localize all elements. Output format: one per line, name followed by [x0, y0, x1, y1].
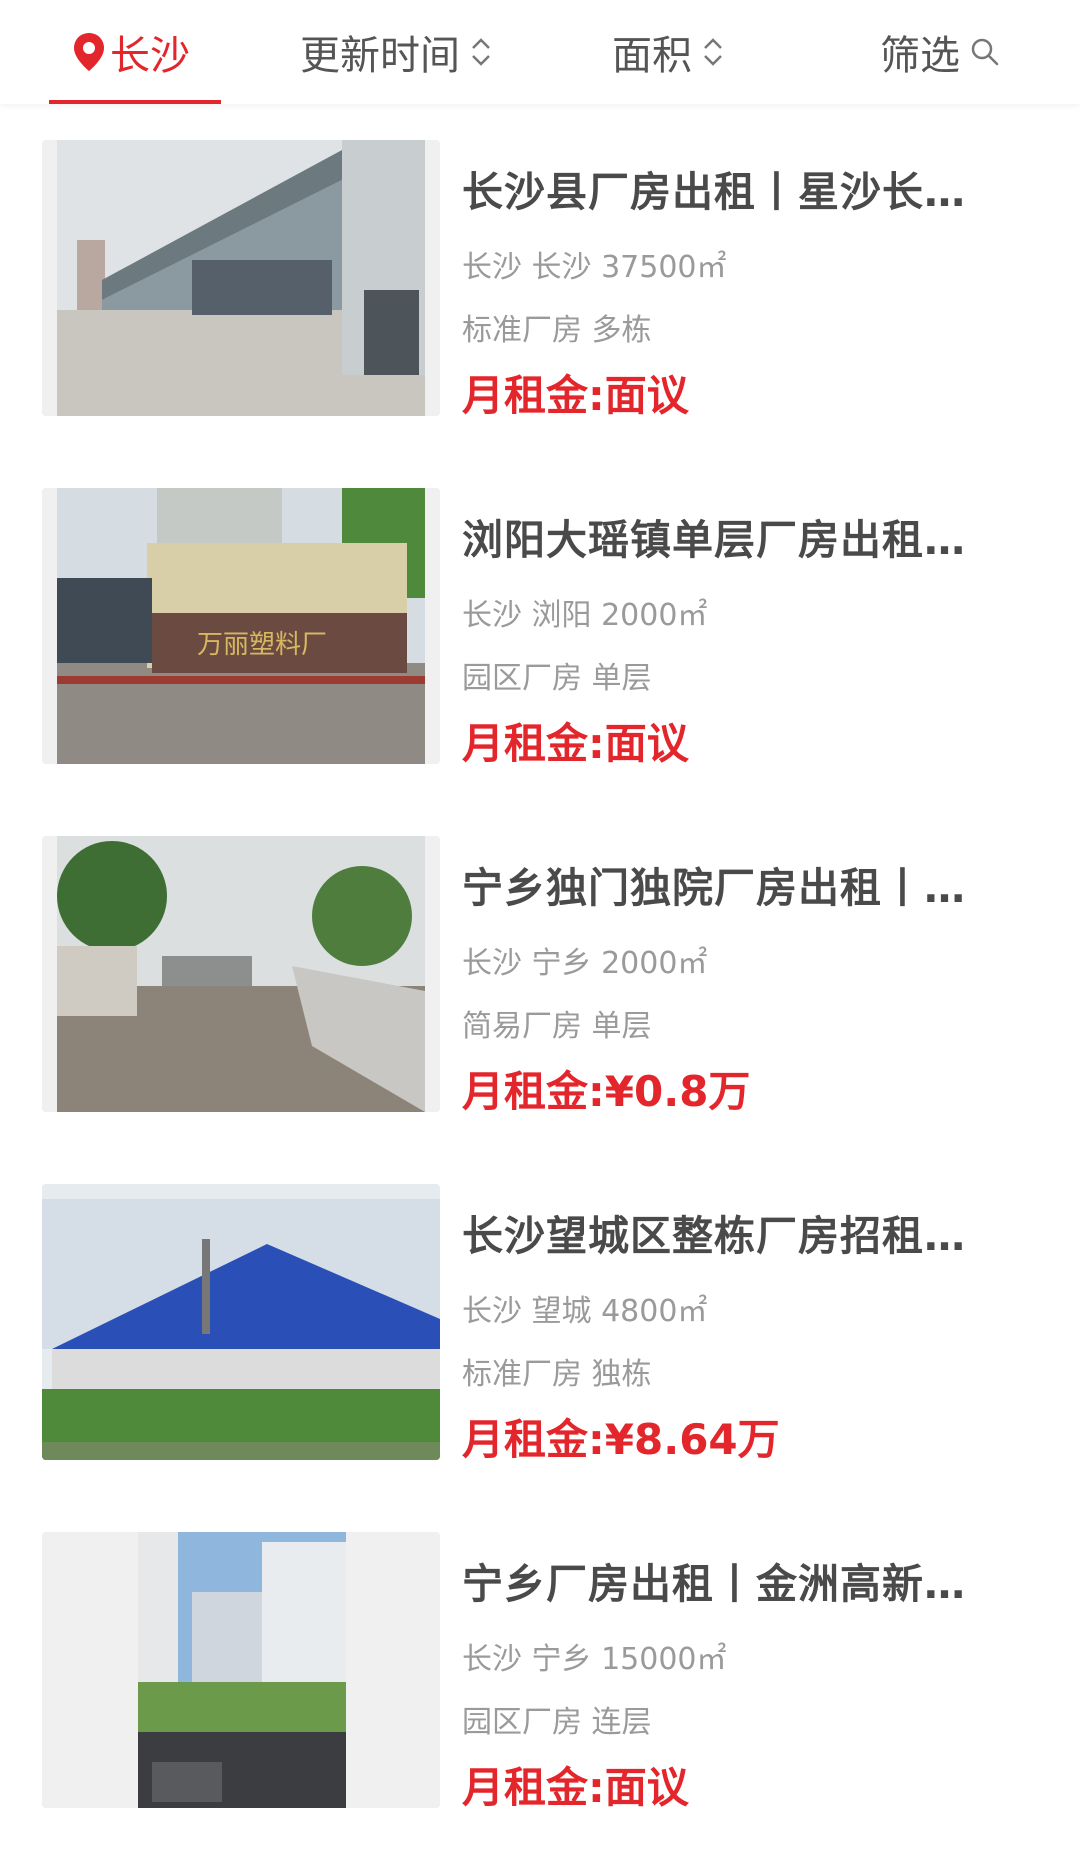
sort-chevron-icon [702, 34, 724, 70]
listing-location: 长沙 浏阳 2000㎡ [462, 598, 708, 633]
listing-title[interactable]: 浏阳大瑶镇单层厂房出租… [462, 506, 1037, 566]
price-label: 月租金: [462, 371, 605, 420]
listing-card[interactable]: 长沙望城区整栋厂房招租… 长沙 望城 4800㎡ 标准厂房 独栋 月租金:¥8.… [42, 1184, 1042, 1464]
sort-update-time[interactable]: 更新时间 [300, 24, 492, 80]
listing-photo[interactable] [42, 140, 440, 416]
active-tab-indicator [49, 100, 221, 104]
listing-card[interactable]: 宁乡厂房出租丨金洲高新… 长沙 宁乡 15000㎡ 园区厂房 连层 月租金:面议 [42, 1532, 1042, 1812]
listing-type: 简易厂房 单层 [462, 1009, 652, 1044]
listing-price: 月租金:面议 [462, 1754, 689, 1815]
price-value: ¥0.8万 [604, 1067, 751, 1116]
location-pin-icon [72, 32, 106, 72]
city-selector[interactable]: 长沙 [72, 24, 190, 80]
listing-type: 标准厂房 独栋 [462, 1357, 652, 1392]
price-label: 月租金: [462, 719, 605, 768]
listing-photo[interactable]: 万丽塑料厂 [42, 488, 440, 764]
sort-area-label: 面积 [612, 33, 692, 79]
listing-price: 月租金:¥0.8万 [462, 1058, 750, 1119]
price-label: 月租金: [462, 1415, 605, 1464]
filter-label: 筛选 [880, 33, 960, 79]
listing-location: 长沙 宁乡 15000㎡ [462, 1642, 727, 1677]
search-icon [970, 37, 1000, 67]
sort-chevron-icon [470, 34, 492, 70]
filter-bar: 长沙 更新时间 面积 筛选 [0, 0, 1080, 104]
listing-type: 园区厂房 连层 [462, 1705, 652, 1740]
city-label: 长沙 [110, 33, 190, 79]
listing-card[interactable]: 长沙县厂房出租丨星沙长… 长沙 长沙 37500㎡ 标准厂房 多栋 月租金:面议 [42, 140, 1042, 420]
price-label: 月租金: [462, 1763, 605, 1812]
listing-card[interactable]: 万丽塑料厂 浏阳大瑶镇单层厂房出租… 长沙 浏阳 2000㎡ 园区厂房 单层 月… [42, 488, 1042, 768]
listing-title[interactable]: 长沙县厂房出租丨星沙长… [462, 158, 1037, 218]
price-value: ¥8.64万 [604, 1415, 780, 1464]
price-value: 面议 [604, 719, 689, 768]
listing-location: 长沙 望城 4800㎡ [462, 1294, 708, 1329]
listing-title[interactable]: 宁乡独门独院厂房出租丨… [462, 854, 1037, 914]
listing-price: 月租金:¥8.64万 [462, 1406, 780, 1467]
listing-title[interactable]: 宁乡厂房出租丨金洲高新… [462, 1550, 1037, 1610]
listing-card[interactable]: 宁乡独门独院厂房出租丨… 长沙 宁乡 2000㎡ 简易厂房 单层 月租金:¥0.… [42, 836, 1042, 1116]
listing-price: 月租金:面议 [462, 362, 689, 423]
filter-button[interactable]: 筛选 [880, 24, 1000, 80]
listing-type: 标准厂房 多栋 [462, 313, 652, 348]
listing-price: 月租金:面议 [462, 710, 689, 771]
listing-photo[interactable] [42, 836, 440, 1112]
listing-location: 长沙 长沙 37500㎡ [462, 250, 727, 285]
sort-update-time-label: 更新时间 [300, 33, 460, 79]
listing-title[interactable]: 长沙望城区整栋厂房招租… [462, 1202, 1037, 1262]
price-label: 月租金: [462, 1067, 605, 1116]
sort-area[interactable]: 面积 [612, 24, 724, 80]
listing-location: 长沙 宁乡 2000㎡ [462, 946, 708, 981]
listing-type: 园区厂房 单层 [462, 661, 652, 696]
factory-sign-text: 万丽塑料厂 [197, 630, 327, 660]
price-value: 面议 [604, 1763, 689, 1812]
listing-photo[interactable] [42, 1184, 440, 1460]
price-value: 面议 [604, 371, 689, 420]
listing-photo[interactable] [42, 1532, 440, 1808]
